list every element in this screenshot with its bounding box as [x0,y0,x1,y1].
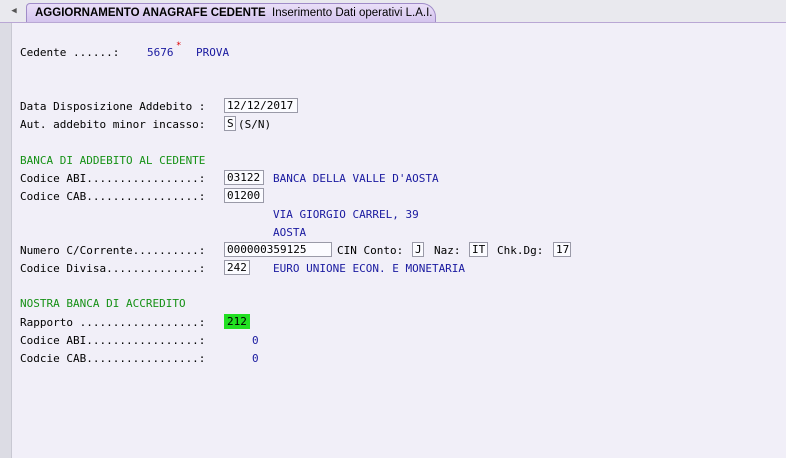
cab-field[interactable]: 01200 [224,188,264,203]
tab-active[interactable]: AGGIORNAMENTO ANAGRAFE CEDENTE Inserimen… [26,3,436,22]
nostra-abi-label: Codice ABI.................: [20,334,206,347]
tab-title-main: AGGIORNAMENTO ANAGRAFE CEDENTE [35,7,266,19]
nostra-cab-label: Codcie CAB.................: [20,352,206,365]
aut-addebito-field[interactable]: S [224,116,236,131]
nostra-abi-value: 0 [252,334,259,347]
nostra-banca-heading: NOSTRA BANCA DI ACCREDITO [20,297,186,310]
naz-field[interactable]: IT [469,242,488,257]
cin-label: CIN Conto: [337,244,404,257]
tab-title-sub: Inserimento Dati operativi L.A.I. [272,7,433,19]
conto-label: Numero C/Corrente..........: [20,244,206,257]
asterisk-icon: * [176,41,182,51]
cab-label: Codice CAB.................: [20,190,206,203]
cedente-code: 5676 [147,46,174,59]
nostra-cab-value: 0 [252,352,259,365]
cedente-label: Cedente ......: [20,46,120,59]
divisa-field[interactable]: 242 [224,260,250,275]
naz-label: Naz: [434,244,461,257]
aut-addebito-hint: (S/N) [238,118,272,131]
left-margin-bar [0,23,12,458]
banca-addebito-heading: BANCA DI ADDEBITO AL CEDENTE [20,154,206,167]
cedente-name: PROVA [196,46,230,59]
divisa-label: Codice Divisa..............: [20,262,206,275]
data-disposizione-field[interactable]: 12/12/2017 [224,98,298,113]
conto-field[interactable]: 000000359125 [224,242,332,257]
data-disposizione-label: Data Disposizione Addebito : [20,100,206,113]
chk-label: Chk.Dg: [497,244,544,257]
rapporto-label: Rapporto ..................: [20,316,206,329]
abi-bank-name: BANCA DELLA VALLE D'AOSTA [273,172,439,185]
tab-bar: ◀ AGGIORNAMENTO ANAGRAFE CEDENTE Inserim… [0,0,786,23]
rapporto-field[interactable]: 212 [224,314,250,329]
aut-addebito-label: Aut. addebito minor incasso: [20,118,206,131]
divisa-name: EURO UNIONE ECON. E MONETARIA [273,262,466,275]
cin-field[interactable]: J [412,242,424,257]
bank-city: AOSTA [273,226,307,239]
bank-address: VIA GIORGIO CARREL, 39 [273,208,419,221]
triangle-left-icon[interactable]: ◀ [6,3,22,19]
chk-field[interactable]: 17 [553,242,571,257]
abi-field[interactable]: 03122 [224,170,264,185]
abi-label: Codice ABI.................: [20,172,206,185]
